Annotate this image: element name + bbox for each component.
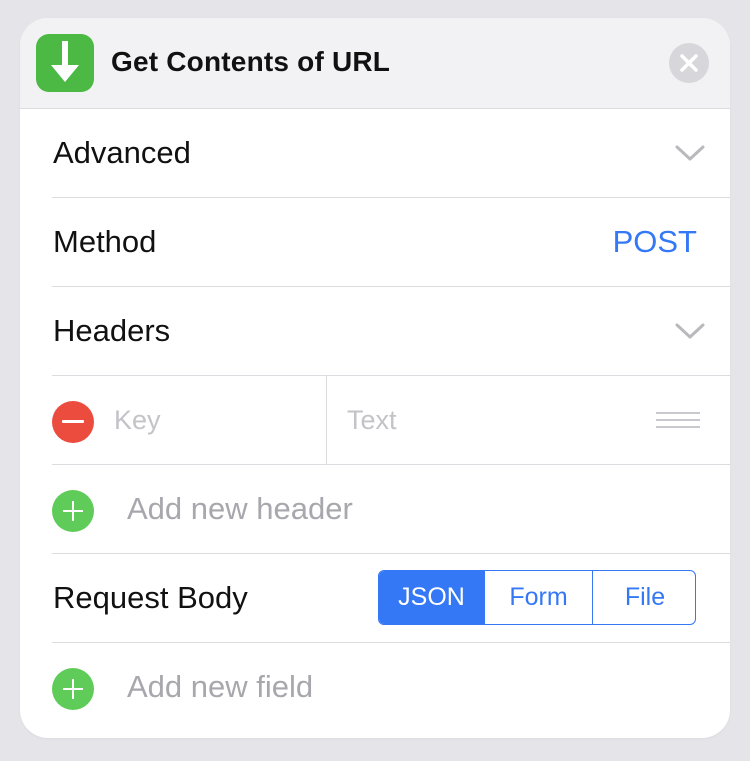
method-row[interactable]: Method POST [52,198,730,287]
headers-row[interactable]: Headers [52,287,730,376]
request-body-row: Request Body JSON Form File [52,554,730,643]
method-value[interactable]: POST [613,224,697,260]
action-title: Get Contents of URL [111,46,391,77]
advanced-row[interactable]: Advanced [52,109,730,198]
request-body-label: Request Body [53,580,248,615]
close-button[interactable] [669,43,709,83]
minus-icon [62,420,84,423]
header-key-input[interactable] [114,398,314,442]
method-label: Method [53,224,157,259]
add-header-label: Add new header [127,491,353,526]
download-arrow-icon [36,34,94,92]
key-value-divider [326,376,327,464]
close-icon [680,54,698,72]
request-body-segmented-control[interactable]: JSON Form File [378,570,696,625]
header-value-input[interactable] [347,398,647,442]
remove-header-button[interactable] [52,401,94,443]
header-entry-row [52,376,730,465]
chevron-down-icon [675,323,705,339]
chevron-down-icon [675,145,705,161]
segment-form[interactable]: Form [484,571,592,624]
add-field-row[interactable]: Add new field [52,643,730,731]
headers-label: Headers [53,313,171,348]
action-card: Get Contents of URL Advanced Method POST… [20,18,730,738]
add-header-button[interactable] [52,490,94,532]
segment-json[interactable]: JSON [379,571,484,624]
action-header: Get Contents of URL [20,18,730,109]
advanced-label: Advanced [53,135,191,170]
add-field-label: Add new field [127,669,314,704]
add-header-row[interactable]: Add new header [52,465,730,554]
add-field-button[interactable] [52,668,94,710]
segment-file[interactable]: File [592,571,695,624]
reorder-handle-icon[interactable] [656,412,700,428]
